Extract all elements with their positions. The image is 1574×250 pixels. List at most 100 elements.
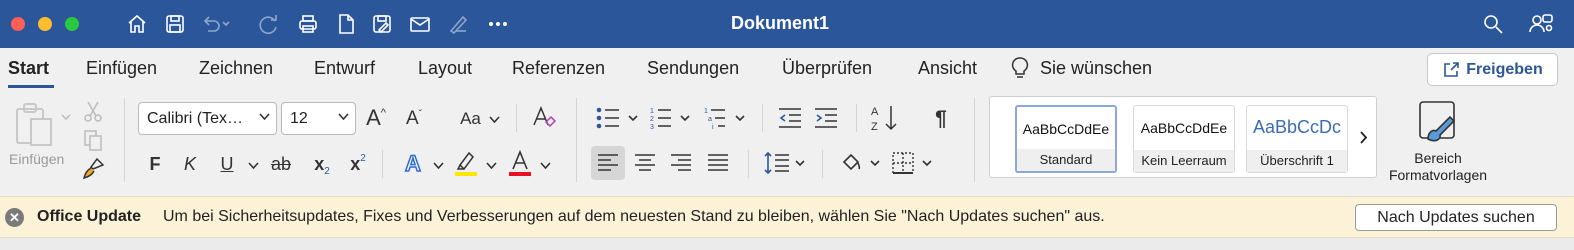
styles-pane-line2: Formatvorlagen	[1388, 167, 1488, 183]
paste-icon[interactable]	[12, 100, 56, 150]
subscript-marker: 2	[324, 165, 330, 177]
show-formatting-marks-icon[interactable]: ¶	[930, 106, 952, 132]
mail-icon[interactable]	[408, 12, 432, 36]
highlight-icon[interactable]	[453, 148, 479, 178]
tab-einfuegen[interactable]: Einfügen	[86, 58, 157, 79]
bullets-button[interactable]	[594, 104, 644, 132]
separator	[748, 150, 749, 178]
svg-text:A: A	[871, 106, 879, 118]
borders-button[interactable]	[890, 148, 936, 178]
dismiss-notification-icon[interactable]: ✕	[5, 208, 24, 227]
svg-text:1: 1	[650, 108, 654, 115]
new-document-icon[interactable]	[335, 12, 357, 36]
redo-icon[interactable]	[256, 12, 282, 36]
pen-icon[interactable]	[446, 12, 470, 36]
font-family-value: Calibri (Tex…	[147, 109, 244, 127]
superscript-button[interactable]: x2	[347, 150, 369, 178]
style-sample: AaBbCcDc	[1252, 117, 1342, 137]
align-right-button[interactable]	[668, 149, 694, 177]
underline-button[interactable]: U	[218, 152, 236, 176]
search-icon[interactable]	[1481, 12, 1505, 36]
chevron-down-icon	[259, 113, 270, 120]
multilevel-list-button[interactable]: 1ai	[702, 104, 750, 132]
shrink-font-icon[interactable]: Aˇ	[401, 106, 427, 132]
font-color-icon[interactable]	[507, 148, 533, 178]
copy-icon[interactable]	[82, 128, 104, 152]
notification-message: Um bei Sicherheitsupdates, Fixes und Ver…	[163, 208, 1105, 225]
paste-options-chevron-icon[interactable]	[60, 110, 72, 124]
justify-button[interactable]	[705, 149, 731, 177]
shading-button[interactable]	[838, 148, 884, 178]
font-family-select[interactable]: Calibri (Tex…	[138, 102, 277, 135]
tab-referenzen[interactable]: Referenzen	[512, 58, 605, 79]
strikethrough-button[interactable]: ab	[268, 152, 294, 176]
bold-button[interactable]: F	[146, 152, 164, 176]
more-icon[interactable]	[486, 12, 510, 36]
tab-start[interactable]: Start	[8, 58, 49, 79]
grow-font-icon[interactable]: A ^	[363, 104, 389, 132]
style-standard[interactable]: AaBbCcDdEe Standard	[1015, 105, 1117, 173]
save-icon[interactable]	[163, 12, 187, 36]
close-window-button[interactable]	[11, 17, 25, 31]
separator	[516, 104, 517, 132]
svg-text:a: a	[708, 116, 712, 123]
clear-formatting-icon[interactable]	[530, 104, 558, 132]
align-center-button[interactable]	[632, 149, 658, 177]
tab-zeichnen[interactable]: Zeichnen	[199, 58, 273, 79]
check-for-updates-button[interactable]: Nach Updates suchen	[1355, 204, 1557, 231]
style-heading-1[interactable]: AaBbCcDc Überschrift 1	[1246, 105, 1348, 173]
styles-pane-label[interactable]: Bereich Formatvorlagen	[1380, 150, 1496, 184]
active-tab-indicator	[8, 85, 54, 88]
separator	[856, 104, 857, 132]
separator	[974, 98, 975, 182]
undo-icon[interactable]	[200, 12, 230, 36]
align-left-button[interactable]	[591, 146, 625, 180]
italic-button[interactable]: K	[181, 152, 199, 176]
home-icon[interactable]	[125, 12, 149, 36]
svg-text:Z: Z	[871, 121, 878, 133]
zoom-window-button[interactable]	[65, 17, 79, 31]
style-sample: AaBbCcDdEe	[1022, 121, 1110, 137]
cut-icon[interactable]	[82, 98, 104, 124]
svg-text:2: 2	[650, 116, 654, 123]
separator	[822, 150, 823, 178]
tab-sendungen[interactable]: Sendungen	[647, 58, 739, 79]
increase-indent-icon[interactable]	[812, 104, 840, 132]
tell-me-search[interactable]: Sie wünschen	[1040, 58, 1152, 79]
tab-ueberpruefen[interactable]: Überprüfen	[782, 58, 872, 79]
subscript-button[interactable]: x2	[311, 150, 333, 178]
ribbon-toolbar: Einfügen Calibri (Tex… 12 A ^ Aˇ Aa F K U…	[0, 92, 1574, 192]
share-button-label: Freigeben	[1466, 60, 1543, 78]
sort-icon[interactable]: AZ	[868, 102, 900, 134]
text-effects-icon[interactable]: A	[400, 150, 426, 178]
numbering-button[interactable]: 123	[648, 104, 696, 132]
save-as-icon[interactable]	[370, 12, 394, 36]
share-feedback-icon[interactable]	[1527, 12, 1555, 36]
line-spacing-button[interactable]	[762, 148, 808, 178]
minimize-window-button[interactable]	[38, 17, 52, 31]
font-size-select[interactable]: 12	[281, 102, 356, 135]
print-icon[interactable]	[296, 12, 320, 36]
lightbulb-icon	[1010, 56, 1030, 80]
highlight-chevron-icon[interactable]	[484, 158, 498, 172]
tab-ansicht[interactable]: Ansicht	[918, 58, 977, 79]
document-title: Dokument1	[730, 13, 829, 33]
underline-options-chevron-icon[interactable]	[246, 158, 260, 172]
format-painter-icon[interactable]	[80, 156, 106, 182]
text-effects-chevron-icon[interactable]	[431, 158, 445, 172]
tab-entwurf[interactable]: Entwurf	[314, 58, 375, 79]
style-no-spacing[interactable]: AaBbCcDdEe Kein Leerraum	[1133, 105, 1235, 173]
change-case-label: Aa	[460, 109, 481, 128]
style-name: Überschrift 1	[1247, 150, 1347, 172]
share-button[interactable]: Freigeben	[1427, 53, 1558, 86]
change-case-button[interactable]: Aa	[456, 106, 504, 132]
font-color-chevron-icon[interactable]	[538, 158, 552, 172]
separator	[382, 150, 383, 178]
svg-text:3: 3	[650, 124, 654, 131]
tab-layout[interactable]: Layout	[418, 58, 472, 79]
chevron-right-icon[interactable]	[1356, 127, 1372, 147]
decrease-indent-icon[interactable]	[776, 104, 804, 132]
style-sample: AaBbCcDdEe	[1140, 120, 1228, 136]
svg-text:i: i	[712, 124, 714, 131]
styles-pane-icon[interactable]	[1414, 98, 1462, 146]
